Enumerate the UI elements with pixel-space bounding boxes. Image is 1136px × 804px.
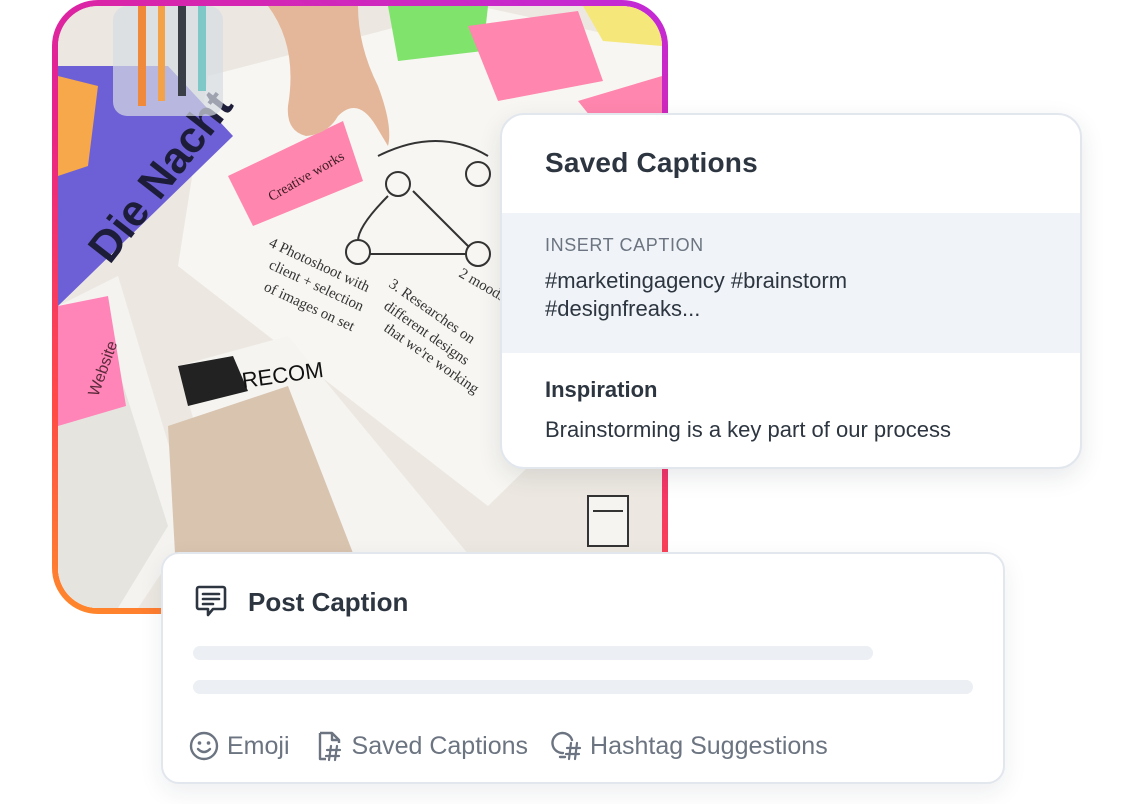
saved-captions-label: Saved Captions <box>351 731 529 760</box>
saved-caption-text: #marketingagency #brainstorm #designfrea… <box>545 268 848 321</box>
saved-captions-icon <box>318 731 341 762</box>
emoji-icon <box>189 731 219 761</box>
saved-caption-title: Inspiration <box>545 377 658 402</box>
saved-captions-title: Saved Captions <box>545 147 758 178</box>
hashtag-suggestions-icon <box>551 731 582 761</box>
insert-caption-label: INSERT CAPTION <box>545 235 704 255</box>
post-caption-composer: Post Caption Emoji Saved Captions Hashta… <box>161 552 1005 784</box>
post-caption-title: Post Caption <box>248 587 409 617</box>
saved-caption-item[interactable]: INSERT CAPTION #marketingagency #brainst… <box>502 213 1080 353</box>
caption-icon <box>195 585 227 617</box>
saved-caption-text: Brainstorming is a key part of our proce… <box>545 417 951 442</box>
emoji-label: Emoji <box>227 731 290 760</box>
caption-toolbar: Emoji Saved Captions Hashtag Suggestions <box>187 726 828 766</box>
hashtag-suggestions-label: Hashtag Suggestions <box>590 731 828 760</box>
saved-caption-item[interactable]: Inspiration Brainstorming is a key part … <box>502 353 1080 467</box>
hashtag-suggestions-button[interactable]: Hashtag Suggestions <box>550 729 828 763</box>
emoji-button[interactable]: Emoji <box>187 729 290 763</box>
caption-placeholder-line[interactable] <box>193 680 973 694</box>
caption-placeholder-line[interactable] <box>193 646 873 660</box>
saved-captions-panel: Saved Captions INSERT CAPTION #marketing… <box>500 113 1082 469</box>
saved-captions-button[interactable]: Saved Captions <box>312 729 529 763</box>
